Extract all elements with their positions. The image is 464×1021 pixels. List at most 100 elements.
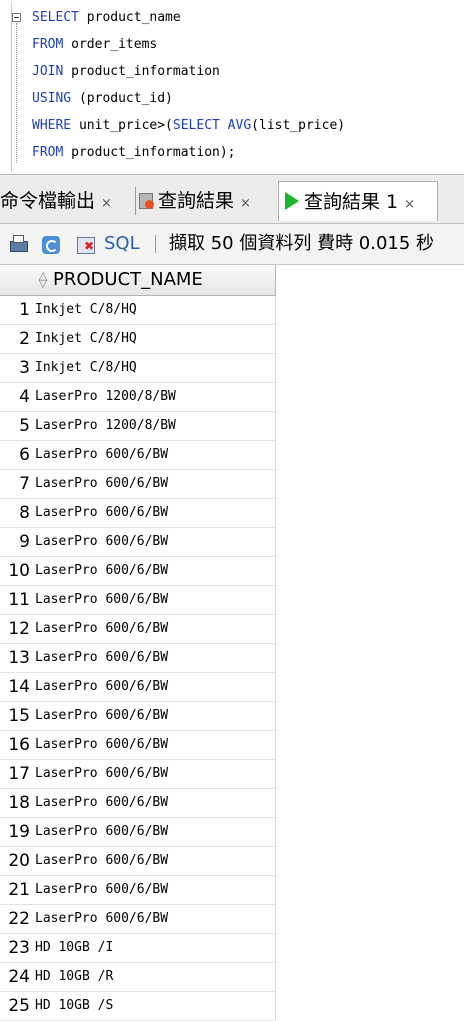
table-row[interactable]: 17 LaserPro 600/6/BW	[0, 760, 276, 789]
product-name-cell[interactable]: LaserPro 600/6/BW	[35, 789, 168, 817]
table-row[interactable]: 4 LaserPro 1200/8/BW	[0, 383, 276, 412]
product-name-cell[interactable]: LaserPro 600/6/BW	[35, 847, 168, 875]
row-number: 22	[8, 909, 30, 929]
product-name-cell[interactable]: LaserPro 600/6/BW	[35, 470, 168, 498]
product-name-cell[interactable]: LaserPro 600/6/BW	[35, 499, 168, 527]
product-name-cell[interactable]: LaserPro 600/6/BW	[35, 818, 168, 846]
row-number: 13	[8, 648, 30, 668]
table-row[interactable]: 12 LaserPro 600/6/BW	[0, 615, 276, 644]
product-name-cell[interactable]: LaserPro 600/6/BW	[35, 644, 168, 672]
table-row[interactable]: 22 LaserPro 600/6/BW	[0, 905, 276, 934]
product-name-cell[interactable]: LaserPro 1200/8/BW	[35, 383, 176, 411]
product-name-cell[interactable]: LaserPro 600/6/BW	[35, 586, 168, 614]
table-row[interactable]: 25 HD 10GB /S	[0, 992, 276, 1021]
table-row[interactable]: 14 LaserPro 600/6/BW	[0, 673, 276, 702]
row-number: 6	[19, 445, 30, 465]
tab-separator	[135, 187, 136, 215]
product-name-cell[interactable]: LaserPro 600/6/BW	[35, 760, 168, 788]
sql-editor[interactable]: SELECT product_name FROM order_items JOI…	[0, 0, 464, 175]
product-name-cell[interactable]: Inkjet C/8/HQ	[35, 354, 137, 382]
table-row[interactable]: 1 Inkjet C/8/HQ	[0, 296, 276, 325]
code-line[interactable]: SELECT product_name	[32, 5, 181, 31]
product-name-cell[interactable]: HD 10GB /R	[35, 963, 113, 991]
row-number: 20	[8, 851, 30, 871]
sql-button[interactable]: SQL	[104, 224, 140, 264]
product-name-cell[interactable]: LaserPro 600/6/BW	[35, 876, 168, 904]
close-icon[interactable]: ×	[240, 196, 251, 211]
row-number: 9	[19, 532, 30, 552]
table-row[interactable]: 8 LaserPro 600/6/BW	[0, 499, 276, 528]
product-name-cell[interactable]: Inkjet C/8/HQ	[35, 325, 137, 353]
row-number: 7	[19, 474, 30, 494]
code-line[interactable]: FROM product_information);	[32, 140, 236, 166]
refresh-icon[interactable]	[42, 234, 62, 254]
column-title: PRODUCT_NAME	[53, 269, 203, 290]
table-row[interactable]: 7 LaserPro 600/6/BW	[0, 470, 276, 499]
product-name-cell[interactable]: HD 10GB /S	[35, 992, 113, 1020]
product-name-cell[interactable]: LaserPro 600/6/BW	[35, 557, 168, 585]
table-row[interactable]: 15 LaserPro 600/6/BW	[0, 702, 276, 731]
column-header[interactable]: △ ▽ PRODUCT_NAME	[0, 265, 276, 296]
collapse-icon[interactable]	[12, 13, 21, 22]
row-number: 2	[19, 329, 30, 349]
table-row[interactable]: 20 LaserPro 600/6/BW	[0, 847, 276, 876]
table-row[interactable]: 23 HD 10GB /I	[0, 934, 276, 963]
row-number: 12	[8, 619, 30, 639]
table-row[interactable]: 11 LaserPro 600/6/BW	[0, 586, 276, 615]
row-number: 5	[19, 416, 30, 436]
table-row[interactable]: 2 Inkjet C/8/HQ	[0, 325, 276, 354]
row-number: 25	[8, 996, 30, 1016]
run-icon	[285, 192, 299, 210]
product-name-cell[interactable]: Inkjet C/8/HQ	[35, 296, 137, 324]
row-number: 21	[8, 880, 30, 900]
row-number: 14	[8, 677, 30, 697]
product-name-cell[interactable]: LaserPro 600/6/BW	[35, 441, 168, 469]
row-number: 3	[19, 358, 30, 378]
row-number: 10	[8, 561, 30, 581]
close-icon[interactable]: ×	[101, 196, 112, 211]
product-name-cell[interactable]: LaserPro 600/6/BW	[35, 528, 168, 556]
table-row[interactable]: 5 LaserPro 1200/8/BW	[0, 412, 276, 441]
code-line[interactable]: USING (product_id)	[32, 86, 173, 112]
row-number: 19	[8, 822, 30, 842]
tab-script-output[interactable]: 命令檔輸出 ×	[0, 181, 112, 221]
sort-icon[interactable]: △ ▽	[37, 270, 49, 289]
clear-results-icon[interactable]	[76, 234, 96, 254]
table-row[interactable]: 9 LaserPro 600/6/BW	[0, 528, 276, 557]
code-line[interactable]: WHERE unit_price>(SELECT AVG(list_price)	[32, 113, 345, 139]
product-name-cell[interactable]: LaserPro 600/6/BW	[35, 905, 168, 933]
results-grid[interactable]: △ ▽ PRODUCT_NAME 1 Inkjet C/8/HQ 2 Inkjet C/…	[0, 265, 276, 1021]
tab-query-result[interactable]: 查詢結果 ×	[139, 181, 251, 221]
product-name-cell[interactable]: LaserPro 600/6/BW	[35, 731, 168, 759]
code-line[interactable]: FROM order_items	[32, 32, 157, 58]
fold-guide	[16, 23, 17, 163]
product-name-cell[interactable]: LaserPro 600/6/BW	[35, 673, 168, 701]
table-row[interactable]: 16 LaserPro 600/6/BW	[0, 731, 276, 760]
tab-query-result-1[interactable]: 查詢結果 1 ×	[278, 181, 438, 221]
product-name-cell[interactable]: LaserPro 600/6/BW	[35, 702, 168, 730]
table-row[interactable]: 18 LaserPro 600/6/BW	[0, 789, 276, 818]
code-line[interactable]: JOIN product_information	[32, 59, 220, 85]
query-result-icon	[139, 193, 155, 209]
table-row[interactable]: 6 LaserPro 600/6/BW	[0, 441, 276, 470]
product-name-cell[interactable]: LaserPro 600/6/BW	[35, 615, 168, 643]
row-number: 18	[8, 793, 30, 813]
print-icon[interactable]	[8, 234, 28, 254]
table-row[interactable]: 13 LaserPro 600/6/BW	[0, 644, 276, 673]
table-row[interactable]: 3 Inkjet C/8/HQ	[0, 354, 276, 383]
editor-gutter	[11, 2, 12, 172]
output-tab-bar: 命令檔輸出 × 查詢結果 × 查詢結果 1 ×	[0, 175, 464, 224]
product-name-cell[interactable]: LaserPro 1200/8/BW	[35, 412, 176, 440]
table-row[interactable]: 10 LaserPro 600/6/BW	[0, 557, 276, 586]
table-row[interactable]: 21 LaserPro 600/6/BW	[0, 876, 276, 905]
fetch-status: 擷取 50 個資料列 費時 0.015 秒	[169, 233, 435, 254]
row-number: 11	[8, 590, 30, 610]
product-name-cell[interactable]: HD 10GB /I	[35, 934, 113, 962]
table-row[interactable]: 24 HD 10GB /R	[0, 963, 276, 992]
close-icon[interactable]: ×	[404, 197, 415, 212]
row-number: 17	[8, 764, 30, 784]
table-row[interactable]: 19 LaserPro 600/6/BW	[0, 818, 276, 847]
results-toolbar: SQL 擷取 50 個資料列 費時 0.015 秒	[0, 224, 464, 265]
row-number: 4	[19, 387, 30, 407]
row-number: 8	[19, 503, 30, 523]
